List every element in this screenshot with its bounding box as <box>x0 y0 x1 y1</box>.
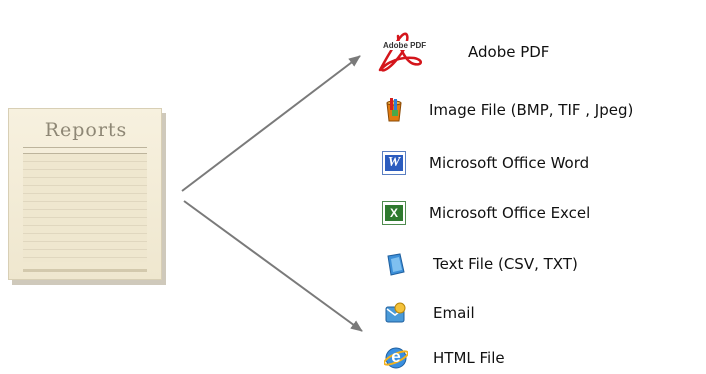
target-label: Text File (CSV, TXT) <box>433 255 578 273</box>
html-file-icon: e <box>383 346 409 370</box>
target-label: Microsoft Office Word <box>429 154 590 172</box>
image-file-icon <box>382 98 406 122</box>
text-file-icon <box>384 252 408 276</box>
email-icon <box>384 301 408 325</box>
target-label: Email <box>433 304 475 322</box>
target-label: HTML File <box>433 349 505 367</box>
target-excel: X Microsoft Office Excel <box>382 201 590 225</box>
adobe-pdf-icon: Adobe PDF <box>374 30 438 74</box>
target-text-file: Text File (CSV, TXT) <box>384 252 578 276</box>
target-html-file: e HTML File <box>383 346 505 370</box>
target-label: Adobe PDF <box>468 43 550 61</box>
arrow-to-pdf <box>181 55 361 192</box>
target-image-file: Image File (BMP, TIF , Jpeg) <box>382 98 633 122</box>
target-label: Image File (BMP, TIF , Jpeg) <box>429 101 634 119</box>
target-word: W Microsoft Office Word <box>382 151 589 175</box>
arrow-to-html <box>183 200 363 332</box>
target-email: Email <box>384 301 475 325</box>
word-icon: W <box>382 151 406 175</box>
excel-icon: X <box>382 201 406 225</box>
target-label: Microsoft Office Excel <box>429 204 591 222</box>
target-adobe-pdf: Adobe PDF Adobe PDF <box>374 30 549 74</box>
export-arrows <box>181 55 363 332</box>
